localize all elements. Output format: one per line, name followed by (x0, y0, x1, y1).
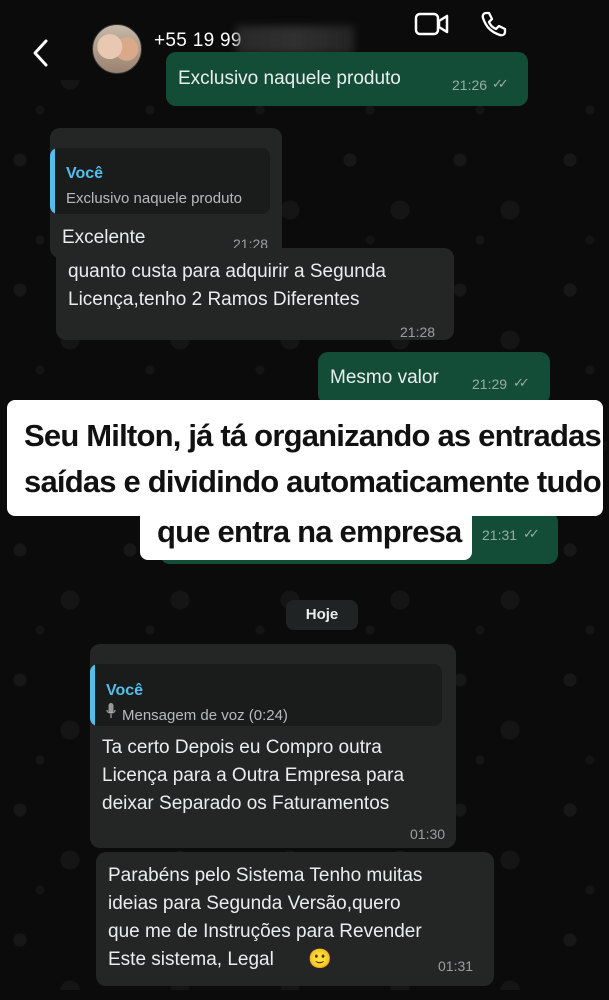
message-text-line: Parabéns pelo Sistema Tenho muitas (108, 865, 423, 886)
quote-accent-bar (90, 664, 95, 726)
story-text-overlay: Seu Milton, já tá organizando as entrada… (7, 400, 609, 516)
quoted-message[interactable]: Você Exclusivo naquele produto (50, 148, 270, 214)
message-text-line: quanto custa para adquirir a Segunda (68, 261, 386, 282)
message-time: 21:26 (452, 77, 488, 93)
message-time: 01:31 (438, 958, 474, 974)
incoming-message[interactable]: Você Exclusivo naquele produto Excelente… (50, 128, 282, 258)
message-text-line: Licença,tenho 2 Ramos Diferentes (68, 289, 360, 310)
story-text-overlay: que entra na empresa (140, 508, 472, 560)
message-time: 21:31 (482, 527, 518, 543)
smiling-face-emoji: 🙂 (308, 949, 332, 970)
message-text: Exclusivo naquele produto (178, 68, 401, 89)
message-text-line: Este sistema, Legal (108, 949, 274, 970)
message-time: 21:28 (400, 324, 436, 340)
overlay-line: saídas e dividindo automaticamente tudo … (24, 464, 609, 499)
message-text: Mesmo valor (330, 367, 439, 388)
contact-name[interactable]: +55 19 99 (154, 30, 242, 52)
message-text-line: deixar Separado os Faturamentos (102, 793, 390, 814)
microphone-icon (106, 703, 116, 718)
quote-accent-bar (50, 148, 55, 214)
overlay-line: Seu Milton, já tá organizando as entrada… (24, 418, 609, 453)
incoming-message[interactable]: Você Mensagem de voz (0:24) Ta certo Dep… (90, 644, 456, 848)
incoming-message[interactable]: Parabéns pelo Sistema Tenho muitas ideia… (96, 852, 494, 986)
message-time: 01:30 (410, 826, 446, 842)
message-text-line: ideias para Segunda Versão,quero (108, 893, 401, 914)
redaction-blur (236, 26, 354, 54)
chevron-left-icon[interactable] (28, 36, 54, 70)
message-text-line: Licença para a Outra Empresa para (102, 765, 405, 786)
quote-text: Exclusivo naquele produto (66, 190, 242, 207)
date-separator: Hoje (286, 600, 358, 630)
bottom-edge (0, 990, 609, 1000)
quote-text: Mensagem de voz (0:24) (122, 707, 288, 724)
overlay-line: que entra na empresa (157, 514, 462, 549)
outgoing-message[interactable]: Mesmo valor 21:29 ✓✓ (318, 352, 550, 404)
double-check-icon: ✓✓ (523, 526, 540, 541)
quoted-message[interactable]: Você Mensagem de voz (0:24) (90, 664, 442, 726)
video-camera-icon[interactable] (414, 10, 450, 38)
quote-author: Você (66, 165, 104, 182)
incoming-message[interactable]: quanto custa para adquirir a Segunda Lic… (56, 248, 454, 340)
double-check-icon: ✓✓ (513, 375, 530, 390)
quote-author: Você (106, 682, 144, 699)
message-text-line: Ta certo Depois eu Compro outra (102, 737, 382, 758)
outgoing-message[interactable]: Exclusivo naquele produto 21:26 ✓✓ (166, 52, 528, 106)
message-text-line: que me de Instruções para Revender (108, 921, 422, 942)
double-check-icon: ✓✓ (492, 76, 509, 91)
avatar[interactable] (92, 24, 142, 74)
message-time: 21:29 (472, 376, 508, 392)
phone-icon[interactable] (480, 10, 508, 38)
